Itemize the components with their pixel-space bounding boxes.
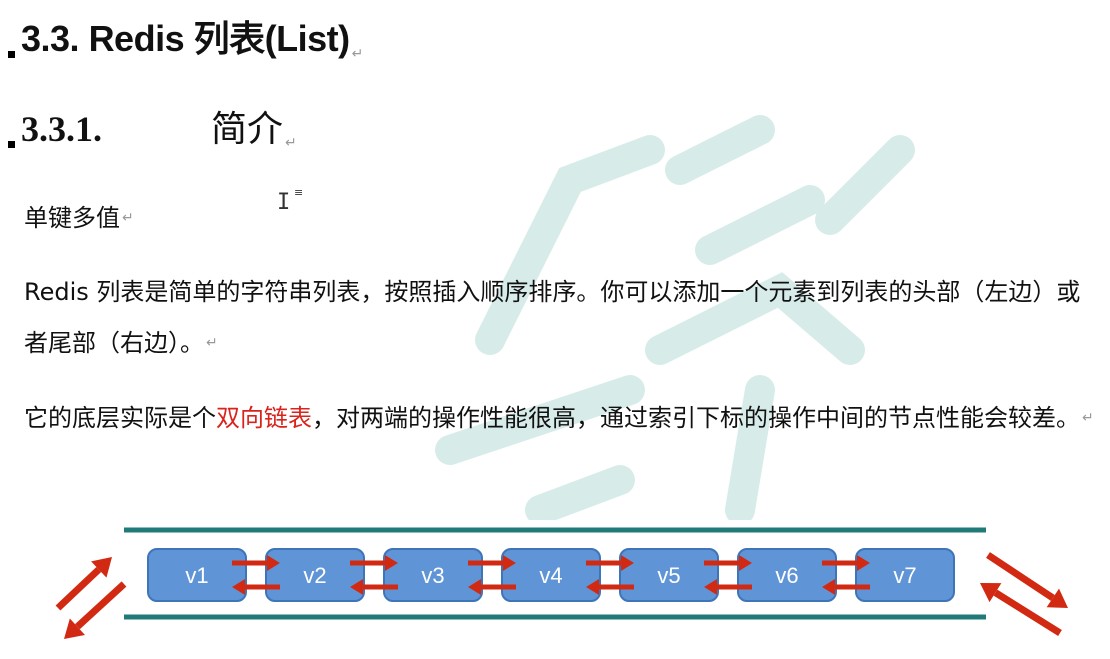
section-heading: 3.3. Redis 列表(List) ↵ <box>8 10 363 62</box>
section-title: Redis 列表(List) <box>88 18 351 59</box>
node-label: v1 <box>185 563 208 588</box>
node-label: v2 <box>303 563 326 588</box>
section-number: 3.3. <box>21 18 80 59</box>
list-node-v3: v3 <box>383 548 483 602</box>
paragraph-list-description: Redis 列表是简单的字符串列表，按照插入顺序排序。你可以添加一个元素到列表的… <box>24 267 1094 369</box>
subsection-title: 简介 <box>211 109 284 150</box>
paragraph-mark-icon: ↵ <box>351 45 364 61</box>
subsection-number: 3.3.1. <box>21 109 102 149</box>
node-label: v6 <box>775 563 798 588</box>
paragraph-mark-icon: ↵ <box>122 210 134 226</box>
node-label: v5 <box>657 563 680 588</box>
paragraph-text: 它的底层实际是个 <box>24 404 216 432</box>
paragraph-single-key: 单键多值 ↵ <box>24 193 1094 244</box>
paragraph-linked-list: 它的底层实际是个双向链表，对两端的操作性能很高，通过索引下标的操作中间的节点性能… <box>24 393 1094 444</box>
paragraph-text: 单键多值 <box>24 204 120 232</box>
tail-push-arrow <box>980 583 1062 636</box>
paragraph-mark-icon: ↵ <box>206 335 218 351</box>
paragraph-text: Redis 列表是简单的字符串列表，按照插入顺序排序。你可以添加一个元素到列表的… <box>24 278 1081 357</box>
heading-bullet <box>8 51 15 58</box>
list-node-v4: v4 <box>501 548 601 602</box>
heading-bullet <box>8 141 15 148</box>
tail-pop-arrow <box>986 552 1068 608</box>
list-node-v5: v5 <box>619 548 719 602</box>
node-label: v4 <box>539 563 562 588</box>
highlight-text: 双向链表 <box>216 404 312 432</box>
list-node-v7: v7 <box>855 548 955 602</box>
subsection-heading: 3.3.1. 简介 ↵ <box>8 100 297 152</box>
node-label: v7 <box>893 563 916 588</box>
paragraph-mark-icon: ↵ <box>285 136 297 151</box>
list-node-v1: v1 <box>147 548 247 602</box>
paragraph-mark-icon: ↵ <box>1082 410 1094 426</box>
list-node-v6: v6 <box>737 548 837 602</box>
list-node-v2: v2 <box>265 548 365 602</box>
paragraph-text: ，对两端的操作性能很高，通过索引下标的操作中间的节点性能会较差。 <box>312 404 1080 432</box>
node-label: v3 <box>421 563 444 588</box>
linked-list-diagram: v1 v2 v3 v4 v5 v6 v7 <box>55 527 1068 639</box>
